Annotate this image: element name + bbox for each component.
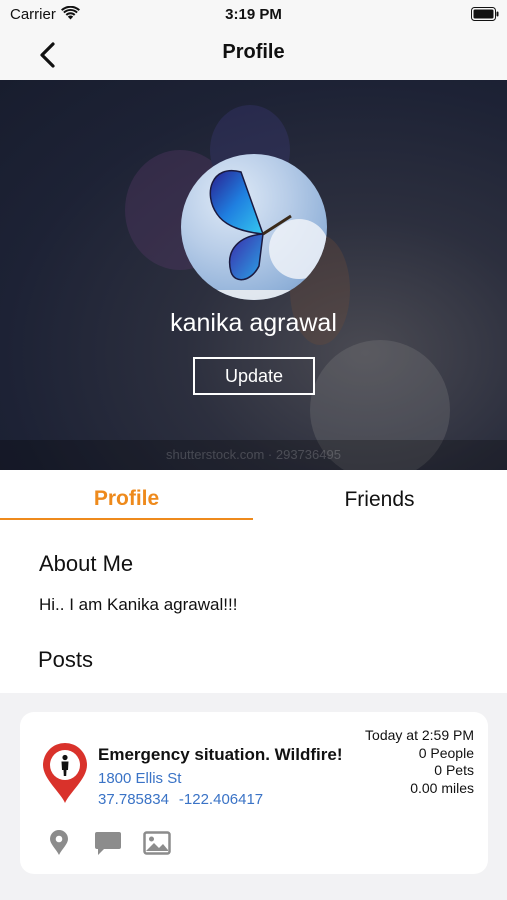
tab-friends[interactable]: Friends — [253, 470, 506, 520]
cover-watermark: shutterstock.com · 293736495 — [0, 440, 507, 470]
post-distance: 0.00 miles — [410, 779, 474, 796]
tab-profile[interactable]: Profile — [0, 470, 253, 520]
nav-bar: Profile — [0, 30, 507, 80]
about-text: Hi.. I am Kanika agrawal!!! — [39, 595, 238, 614]
post-pets-count: 0 Pets — [434, 762, 474, 778]
profile-cover: kanika agrawal Update shutterstock.com ·… — [0, 80, 507, 470]
post-title: Emergency situation. Wildfire! — [98, 745, 343, 764]
avatar[interactable] — [181, 154, 327, 300]
comment-icon[interactable] — [94, 830, 122, 856]
profile-tabs: Profile Friends — [0, 470, 507, 520]
post-people-count: 0 People — [418, 744, 474, 761]
profile-name: kanika agrawal — [170, 309, 337, 337]
post-card[interactable]: Emergency situation. Wildfire! 1800 Elli… — [20, 712, 488, 874]
butterfly-image — [181, 169, 327, 300]
page-title: Profile — [222, 41, 285, 63]
posts-title: Posts — [38, 647, 94, 672]
post-time: Today at 2:59 PM — [365, 727, 474, 743]
posts-list: Emergency situation. Wildfire! 1800 Elli… — [0, 693, 507, 900]
status-time: 3:19 PM — [225, 6, 282, 23]
image-icon[interactable] — [143, 830, 171, 856]
post-latitude: 37.785834 — [98, 791, 169, 808]
update-button[interactable]: Update — [193, 357, 315, 395]
post-address[interactable]: 1800 Ellis St — [98, 770, 181, 787]
about-title: About Me — [39, 551, 134, 576]
emergency-pin-icon — [43, 743, 87, 803]
battery-icon — [471, 7, 499, 21]
status-bar: Carrier 3:19 PM — [0, 0, 507, 30]
post-coordinates[interactable]: 37.785834 -122.406417 — [98, 791, 273, 808]
post-longitude: -122.406417 — [178, 791, 264, 808]
location-icon[interactable] — [48, 830, 70, 856]
post-meta: Today at 2:59 PM 0 People 0 Pets 0.00 mi… — [365, 727, 474, 797]
